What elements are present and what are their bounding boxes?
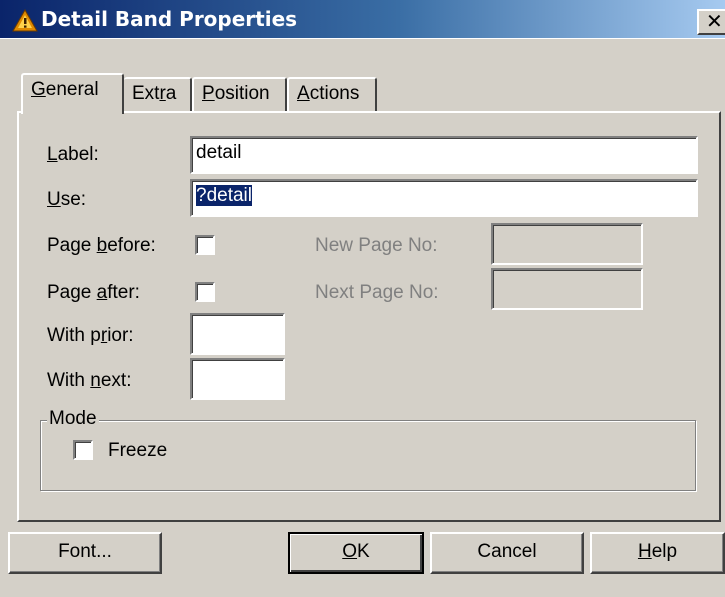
- general-tab-content: Label: detail Use: ?detail Page before: …: [0, 0, 725, 597]
- page-after-label: Page after:: [47, 282, 140, 303]
- new-page-no-label: New Page No:: [315, 235, 438, 256]
- page-before-label: Page before:: [47, 235, 156, 256]
- freeze-checkbox[interactable]: [73, 440, 93, 460]
- next-page-no-input[interactable]: [491, 268, 643, 310]
- with-prior-input[interactable]: [190, 313, 285, 355]
- label-input[interactable]: detail: [190, 136, 698, 174]
- with-prior-label: With prior:: [47, 325, 134, 346]
- new-page-no-input[interactable]: [491, 223, 643, 265]
- next-page-no-label: Next Page No:: [315, 282, 439, 303]
- with-next-input[interactable]: [190, 358, 285, 400]
- freeze-label: Freeze: [108, 440, 168, 461]
- with-next-label: With next:: [47, 370, 132, 391]
- page-before-checkbox[interactable]: [195, 235, 215, 255]
- page-after-checkbox[interactable]: [195, 282, 215, 302]
- detail-band-properties-dialog: Detail Band Properties ✕ General Extra P…: [0, 0, 725, 597]
- mode-group-title: Mode: [47, 408, 99, 430]
- use-input[interactable]: ?detail: [190, 179, 698, 217]
- label-field-label: Label:: [47, 144, 99, 165]
- use-field-label: Use:: [47, 189, 87, 210]
